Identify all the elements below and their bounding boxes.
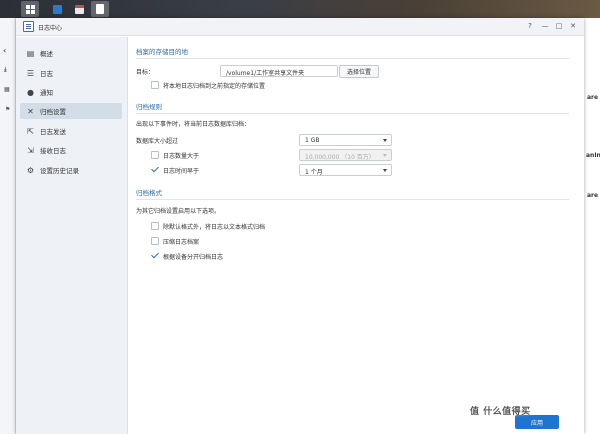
history-gear-icon: ⚙	[26, 165, 35, 175]
section-divider	[136, 58, 569, 59]
watermark-text: 值 什么值得买	[470, 407, 531, 417]
overview-icon: ▤	[26, 48, 35, 58]
archive-settings-panel: 档案的存储目的地 目标： /volume1/工作室共享文件夹 选择位置 将本地日…	[129, 37, 584, 434]
desktop-text: are	[587, 94, 599, 101]
log-center-window: 日志中心 ? — □ ✕ ▤ 概述 ☰ 日志 ● 通知 ✕ 归档设置 ⇱ 日志发…	[16, 18, 584, 434]
split-by-device-checkbox[interactable]	[151, 251, 159, 259]
log-time-checkbox[interactable]	[151, 165, 159, 173]
log-time-select[interactable]: 1 个月	[299, 164, 392, 176]
sidebar-item-label: 概述	[40, 50, 53, 58]
log-center-icon	[96, 4, 104, 14]
sidebar: ▤ 概述 ☰ 日志 ● 通知 ✕ 归档设置 ⇱ 日志发送 ⇲ 接收日志 ⚙ 设置…	[16, 37, 128, 434]
sidebar-item-history[interactable]: ⚙ 设置历史记录	[20, 162, 122, 178]
target-path-field[interactable]: /volume1/工作室共享文件夹	[220, 65, 338, 77]
sidebar-item-label: 日志	[40, 70, 53, 78]
log-send-icon: ⇱	[27, 126, 34, 136]
close-button[interactable]: ✕	[568, 22, 578, 31]
log-count-checkbox[interactable]	[151, 151, 159, 159]
rules-description: 出现以下事件时，将当前日志数据库归档：	[136, 121, 251, 128]
sidebar-item-log-receive[interactable]: ⇲ 接收日志	[20, 142, 122, 158]
rules-section-title: 归档规则	[136, 103, 162, 111]
log-list-icon: ☰	[26, 68, 35, 78]
window-title: 日志中心	[38, 25, 63, 32]
apply-button[interactable]: 应用	[515, 415, 559, 429]
chevron-left-icon: ‹	[3, 46, 7, 55]
main-menu-button[interactable]	[21, 1, 39, 17]
log-center-app-icon	[23, 21, 34, 32]
move-archive-checkbox[interactable]	[151, 81, 159, 89]
move-archive-label: 将本地日志归档到之前指定的存储位置	[163, 83, 266, 90]
desktop-background-right: are anIn are	[584, 18, 600, 434]
main-menu-icon	[25, 4, 35, 14]
chevron-down-icon	[383, 169, 387, 172]
text-format-label: 除默认格式外，将日志以文本格式归档	[163, 224, 266, 231]
sidebar-item-overview[interactable]: ▤ 概述	[20, 45, 122, 61]
sidebar-item-label: 通知	[40, 89, 53, 97]
log-time-value: 1 个月	[305, 169, 323, 176]
db-size-label: 数据库大小超过	[136, 138, 179, 145]
app-icon	[52, 4, 62, 14]
download-icon: ⤓	[4, 66, 7, 73]
sidebar-item-archive-settings[interactable]: ✕ 归档设置	[20, 103, 122, 119]
log-count-label: 日志数量大于	[163, 153, 200, 160]
target-label: 目标：	[136, 69, 155, 76]
desktop-background-left: ‹ ⤓ ▦ ⚑	[0, 18, 16, 434]
desktop-text: are	[587, 192, 599, 199]
taskbar-app-button[interactable]	[48, 1, 66, 17]
chevron-down-icon	[383, 139, 387, 142]
sidebar-item-label: 设置历史记录	[40, 167, 79, 175]
split-by-device-label: 根据设备分开归档日志	[163, 254, 224, 261]
log-receive-icon: ⇲	[27, 145, 34, 155]
storage-section-title: 档案的存储目的地	[136, 48, 188, 56]
db-size-value: 1 GB	[305, 137, 320, 144]
flag-icon: ⚑	[5, 106, 11, 113]
select-location-button[interactable]: 选择位置	[339, 65, 379, 78]
desktop-text: anIn	[586, 152, 600, 159]
section-divider	[136, 199, 569, 200]
grid-icon: ▦	[4, 86, 10, 93]
compress-checkbox[interactable]	[151, 237, 159, 245]
format-description: 为其它归档设置启用以下选项。	[136, 208, 221, 215]
window-titlebar[interactable]: 日志中心 ? — □ ✕	[16, 18, 584, 36]
minimize-button[interactable]: —	[540, 22, 550, 31]
taskbar-log-center-button[interactable]	[91, 1, 109, 17]
format-section-title: 归档格式	[136, 189, 162, 197]
maximize-button[interactable]: □	[554, 22, 564, 31]
section-divider	[136, 113, 569, 114]
notification-icon: ●	[27, 87, 34, 97]
sidebar-item-notification[interactable]: ● 通知	[20, 84, 122, 100]
db-size-select[interactable]: 1 GB	[299, 134, 392, 146]
sidebar-item-log-send[interactable]: ⇱ 日志发送	[20, 123, 122, 139]
chevron-down-icon	[383, 154, 387, 157]
log-count-select[interactable]: 10,000,000 （10 百万）	[299, 149, 392, 161]
watermark: 值 什么值得买	[470, 404, 531, 417]
taskbar-app-button[interactable]	[70, 1, 88, 17]
sidebar-item-label: 接收日志	[40, 147, 66, 155]
text-format-checkbox[interactable]	[151, 222, 159, 230]
sidebar-item-logs[interactable]: ☰ 日志	[20, 65, 122, 81]
compress-label: 压缩日志档案	[163, 239, 200, 246]
app-icon	[74, 4, 84, 14]
help-button[interactable]: ?	[525, 22, 535, 31]
taskbar	[0, 0, 600, 18]
log-time-label: 日志时间早于	[163, 168, 200, 175]
sidebar-item-label: 归档设置	[40, 108, 66, 116]
sidebar-item-label: 日志发送	[40, 128, 66, 136]
archive-settings-icon: ✕	[27, 106, 34, 116]
log-count-value: 10,000,000 （10 百万）	[305, 154, 375, 161]
